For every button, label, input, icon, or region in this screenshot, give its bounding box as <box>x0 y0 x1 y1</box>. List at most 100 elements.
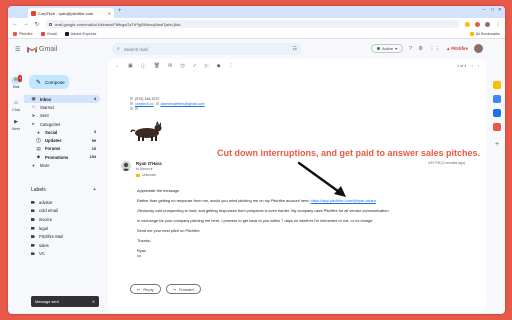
forward-button[interactable]: ↪ Forward <box>165 284 201 294</box>
mail-icon: ✉ 4 <box>11 75 22 84</box>
nav-forums[interactable]: ▤ Forums 15 <box>24 145 100 153</box>
more-icon[interactable]: ⋮ <box>229 63 234 69</box>
reply-button[interactable]: ↩ Reply <box>130 284 161 294</box>
nav-promotions[interactable]: ◆ Promotions 154 <box>24 153 100 161</box>
pitchfire-icon <box>13 32 17 36</box>
nav-starred[interactable]: ☆ Starred <box>24 103 100 111</box>
add-label-button[interactable]: + <box>93 187 96 193</box>
folder-icon <box>469 32 474 36</box>
pitchfire-extension-icon[interactable] <box>475 21 480 27</box>
url-field[interactable]: mail.google.com/mail/u/1/#inbox/FMfcgzGz… <box>45 20 460 28</box>
person-icon <box>122 162 130 171</box>
add-task-icon[interactable]: ✓ <box>193 63 197 69</box>
search-options-icon[interactable]: ☷ <box>293 46 297 52</box>
nav-sent[interactable]: ➤ Sent <box>24 112 100 120</box>
prev-icon[interactable]: ‹ <box>471 64 472 68</box>
add-addon-icon[interactable]: + <box>493 141 501 149</box>
extension-icon[interactable] <box>465 21 470 27</box>
gmail-favicon-icon <box>31 10 36 16</box>
search-input[interactable] <box>123 46 289 52</box>
maximize-icon[interactable]: □ <box>491 7 494 13</box>
status-dropdown[interactable]: Active ▾ <box>371 44 404 53</box>
next-icon[interactable]: › <box>478 64 479 68</box>
profile-icon[interactable] <box>485 21 490 27</box>
close-window-icon[interactable]: ✕ <box>498 7 502 13</box>
archive-icon[interactable]: ▣ <box>128 63 133 69</box>
sender-name[interactable]: Ryan O'Hara <box>136 161 162 166</box>
back-icon[interactable]: ← <box>12 21 18 27</box>
search-icon[interactable]: ⌕ <box>117 46 120 52</box>
delete-icon[interactable]: 🗑 <box>154 63 160 69</box>
rail-chat[interactable]: ▭ Chat <box>10 100 22 112</box>
email-link[interactable]: daxnewsletters@gmail.com <box>161 102 205 106</box>
move-icon[interactable]: ▷ <box>205 63 209 69</box>
chevron-down-icon: ▾ <box>395 46 398 51</box>
bookmark-pitchfire[interactable]: Pitchfire <box>13 32 33 36</box>
snooze-icon[interactable]: ◷ <box>180 63 184 69</box>
reload-icon[interactable]: ↻ <box>34 21 40 28</box>
gmail-wordmark: Gmail <box>39 45 58 53</box>
browser-tab[interactable]: CorpTech - ryan@pitchfire.com ✕ <box>28 8 114 18</box>
pitchfire-profile-link[interactable]: https://app.pitchfire.com/@ryan-ohara <box>311 198 376 203</box>
label-cold-email[interactable]: cold email <box>24 207 100 216</box>
label-icon <box>31 243 35 247</box>
bookmark-adobe-express[interactable]: Adobe Express <box>64 32 96 36</box>
site-info-icon[interactable] <box>49 22 52 26</box>
settings-gear-icon[interactable]: ⚙ <box>418 46 423 52</box>
sender-avatar[interactable] <box>121 161 131 171</box>
toast-close-icon[interactable]: ✕ <box>92 299 95 304</box>
pitchfire-addon-icon[interactable] <box>493 123 501 131</box>
main-menu-icon[interactable]: ☰ <box>15 46 21 53</box>
greeting: Appreciate the message. <box>137 188 181 193</box>
mark-unread-icon[interactable]: ✉ <box>168 63 172 69</box>
address-bar: ← → ↻ mail.google.com/mail/u/1/#inbox/FM… <box>8 18 505 30</box>
tab-close-icon[interactable]: ✕ <box>108 11 111 16</box>
flame-icon: ▲ <box>446 46 451 51</box>
body-paragraph-1: Rather than getting no response from me,… <box>137 198 376 203</box>
video-icon: ▶ <box>14 119 18 125</box>
forward-icon[interactable]: → <box>23 21 29 27</box>
new-tab-button[interactable]: + <box>118 8 122 14</box>
minimize-icon[interactable]: – <box>482 7 485 13</box>
label-icon <box>31 252 35 256</box>
inbox-icon: ▣ <box>31 96 36 102</box>
site-link[interactable]: corptech.co <box>135 102 154 106</box>
account-avatar[interactable] <box>474 44 483 53</box>
nav-inbox[interactable]: ▣ Inbox 4 <box>24 95 100 104</box>
nav-updates[interactable]: ⓘ Updates 99 <box>24 136 100 144</box>
nav-more[interactable]: ▾ More <box>24 161 100 169</box>
label-invoice[interactable]: invoice <box>24 215 100 224</box>
label-sales[interactable]: sales <box>24 241 100 250</box>
nav-categories[interactable]: ▸ Categories <box>24 120 100 128</box>
bookmark-gmail[interactable]: Gmail <box>40 32 57 36</box>
apps-grid-icon[interactable]: ⋮⋮ <box>429 46 440 52</box>
contacts-icon[interactable] <box>493 109 501 117</box>
web-icon <box>130 102 133 105</box>
recipient-details[interactable]: to Denon ▾ <box>136 167 152 171</box>
gmail-logo[interactable]: Gmail <box>27 46 57 53</box>
help-icon[interactable]: ? <box>409 46 412 52</box>
rail-meet[interactable]: ▶ Meet <box>10 119 22 131</box>
url-text: mail.google.com/mail/u/1/#inbox/FMfcgzGz… <box>55 21 181 27</box>
label-advisor[interactable]: advisor <box>24 198 100 207</box>
keep-icon[interactable] <box>493 81 501 89</box>
label-tag-icon: ▸ <box>32 121 35 127</box>
label-legal[interactable]: legal <box>24 224 100 233</box>
label-pitchfire-mail[interactable]: Pitchfire Mail <box>24 232 100 241</box>
label-vc[interactable]: VC <box>24 250 100 259</box>
promo-caption: Cut down interruptions, and get paid to … <box>217 148 481 158</box>
menu-kebab-icon[interactable]: ⋮ <box>495 21 501 28</box>
info-icon: ⓘ <box>36 137 41 143</box>
label-icon[interactable]: ◆ <box>217 63 221 69</box>
search-bar[interactable]: ⌕ ☷ <box>112 43 302 55</box>
compose-button[interactable]: ✎ Compose <box>29 75 69 89</box>
rail-mail[interactable]: ✉ 4 Mail <box>10 75 22 89</box>
nav-social[interactable]: ● Social 3 <box>24 128 100 136</box>
all-bookmarks[interactable]: All Bookmarks <box>469 32 500 36</box>
tasks-icon[interactable] <box>493 95 501 103</box>
show-trimmed-icon[interactable]: ••• <box>137 253 141 258</box>
people-icon: ● <box>37 129 40 135</box>
report-spam-icon[interactable]: ⓘ <box>141 63 146 70</box>
pitchfire-brand[interactable]: ▲ Pitchfire <box>446 46 468 51</box>
back-arrow-icon[interactable]: ← <box>115 63 120 69</box>
